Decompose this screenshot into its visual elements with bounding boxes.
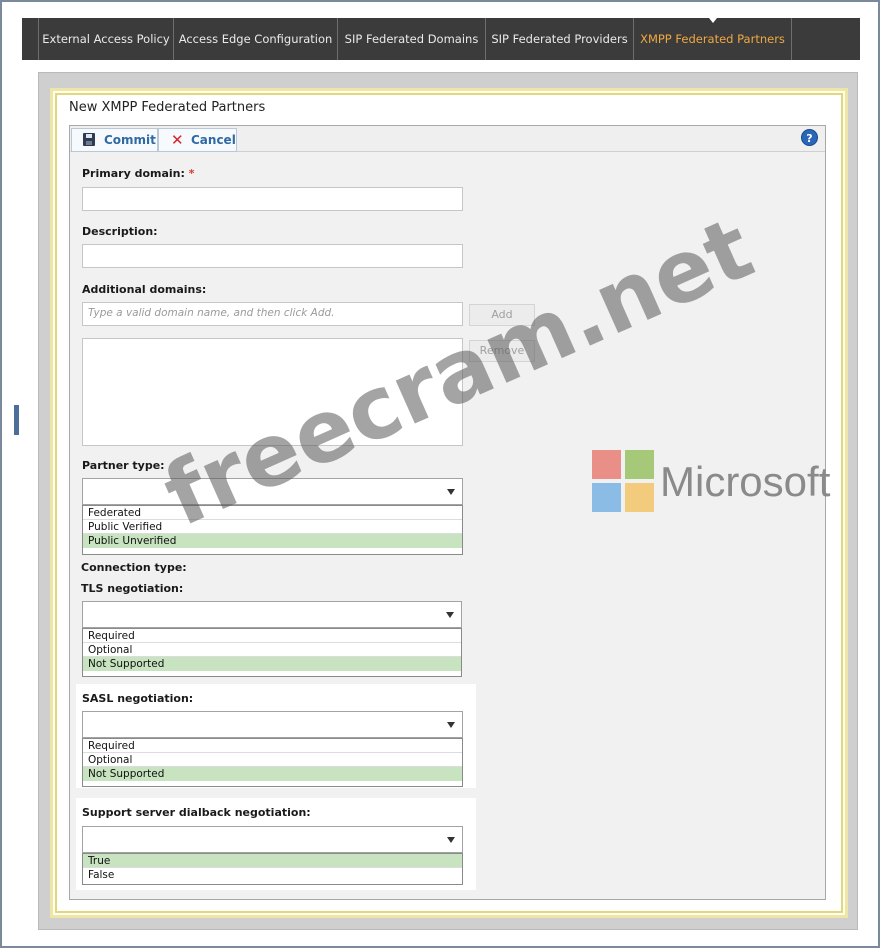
tls-negotiation-dropdown: Required Optional Not Supported (82, 628, 462, 677)
commit-button[interactable]: Commit (71, 128, 158, 152)
required-marker: * (188, 167, 195, 180)
chevron-down-icon (447, 722, 455, 728)
description-label: Description: (82, 225, 158, 238)
dialback-negotiation-select[interactable] (82, 826, 463, 853)
logo-square-red (592, 450, 621, 479)
chevron-down-icon (447, 837, 455, 843)
cancel-button[interactable]: ✕ Cancel (158, 128, 237, 152)
help-icon[interactable]: ? (801, 129, 818, 146)
tab-access-edge-configuration[interactable]: Access Edge Configuration (174, 18, 338, 60)
additional-domain-input[interactable]: Type a valid domain name, and then click… (82, 302, 463, 326)
sasl-negotiation-select[interactable] (82, 711, 463, 738)
description-input[interactable] (82, 244, 463, 268)
tab-external-access-policy[interactable]: External Access Policy (38, 18, 174, 60)
primary-domain-label: Primary domain: * (82, 167, 195, 180)
logo-square-green (625, 450, 654, 479)
active-tab-caret-icon (709, 18, 717, 23)
microsoft-logo-icon (592, 450, 654, 512)
partner-type-option-public-verified[interactable]: Public Verified (83, 520, 462, 534)
dialback-option-true[interactable]: True (83, 854, 462, 868)
tls-option-required[interactable]: Required (83, 629, 461, 643)
dialback-option-false[interactable]: False (83, 868, 462, 882)
commit-label: Commit (104, 133, 156, 147)
sasl-option-optional[interactable]: Optional (83, 753, 462, 767)
cancel-label: Cancel (191, 133, 236, 147)
close-icon: ✕ (171, 131, 184, 149)
tab-bar: External Access Policy Access Edge Confi… (22, 18, 860, 60)
tls-negotiation-select[interactable] (82, 601, 462, 628)
partner-type-option-public-unverified[interactable]: Public Unverified (83, 534, 462, 548)
partner-type-dropdown: Federated Public Verified Public Unverif… (82, 505, 463, 555)
dialback-negotiation-dropdown: True False (82, 853, 463, 885)
primary-domain-input[interactable] (82, 187, 463, 211)
sasl-negotiation-label: SASL negotiation: (82, 692, 194, 705)
chevron-down-icon (447, 489, 455, 495)
left-edge-marker (14, 405, 19, 435)
additional-domains-label: Additional domains: (82, 283, 207, 296)
sasl-option-not-supported[interactable]: Not Supported (83, 767, 462, 781)
sasl-negotiation-dropdown: Required Optional Not Supported (82, 738, 463, 787)
logo-square-blue (592, 483, 621, 512)
chevron-down-icon (446, 612, 454, 618)
tls-option-not-supported[interactable]: Not Supported (83, 657, 461, 671)
tab-sip-federated-providers[interactable]: SIP Federated Providers (486, 18, 634, 60)
dialog-title: New XMPP Federated Partners (69, 100, 266, 115)
logo-square-yellow (625, 483, 654, 512)
dialback-negotiation-label: Support server dialback negotiation: (82, 806, 311, 819)
brand-text: Microsoft (660, 458, 831, 505)
tls-negotiation-label: TLS negotiation: (81, 582, 184, 595)
tls-option-optional[interactable]: Optional (83, 643, 461, 657)
tab-bar-filler (792, 18, 860, 60)
save-icon (83, 133, 95, 146)
additional-domain-placeholder: Type a valid domain name, and then click… (88, 307, 335, 319)
connection-type-label: Connection type: (81, 561, 187, 574)
tab-xmpp-federated-partners[interactable]: XMPP Federated Partners (634, 18, 792, 60)
tab-sip-federated-domains[interactable]: SIP Federated Domains (338, 18, 486, 60)
sasl-option-required[interactable]: Required (83, 739, 462, 753)
